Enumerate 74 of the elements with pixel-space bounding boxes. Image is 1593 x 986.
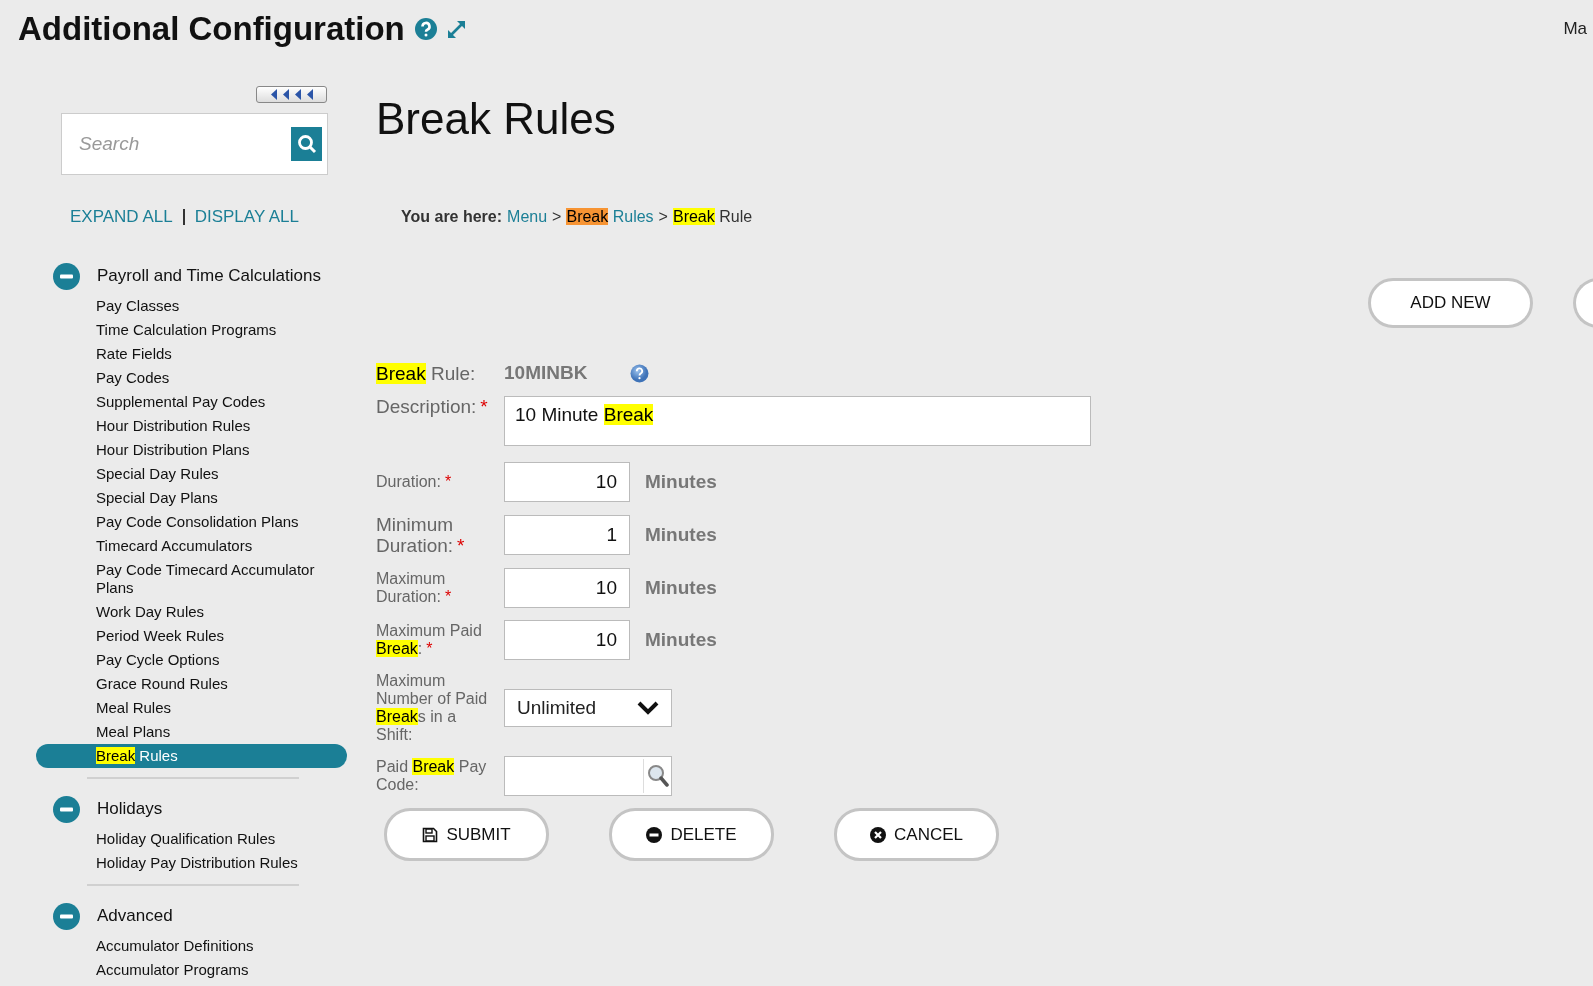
field-label: Maximum Duration: * — [376, 570, 453, 606]
search-icon — [296, 134, 317, 154]
sidebar-item[interactable]: Pay Code Consolidation Plans — [96, 510, 336, 534]
field-label: Maximum Paid Break: * — [376, 622, 483, 658]
sidebar-item[interactable]: Hour Distribution Rules — [96, 414, 336, 438]
sidebar-item[interactable]: Pay Cycle Options — [96, 648, 336, 672]
sidebar-item[interactable]: Holiday Pay Distribution Rules — [96, 851, 336, 875]
sidebar-item[interactable]: Supplemental Pay Codes — [96, 390, 336, 414]
unit-label: Minutes — [645, 524, 717, 546]
dropdown[interactable]: Unlimited — [504, 689, 672, 727]
page-title: Additional Configuration — [18, 10, 405, 48]
number-field[interactable]: 10 — [504, 568, 630, 608]
sidebar-item[interactable]: Time Calculation Programs — [96, 318, 336, 342]
pay-code-field[interactable] — [504, 756, 672, 796]
sidebar-item[interactable]: Meal Rules — [96, 696, 336, 720]
description-field[interactable]: 10 Minute Break — [504, 396, 1091, 446]
sidebar-link[interactable]: EXPAND ALL — [70, 207, 173, 227]
unit-label: Minutes — [645, 629, 717, 651]
group-title[interactable]: Payroll and Time Calculations — [97, 266, 321, 286]
user-name[interactable]: Ma — [1563, 19, 1587, 39]
chevron-down-icon — [637, 701, 659, 715]
sidebar-item[interactable]: Hour Distribution Plans — [96, 438, 336, 462]
number-field[interactable]: 1 — [504, 515, 630, 555]
search-field[interactable]: Search — [61, 113, 328, 175]
breadcrumb-current: Break Rule — [672, 208, 753, 226]
unit-label: Minutes — [645, 577, 717, 599]
sidebar-item[interactable]: Break Rules — [36, 744, 347, 768]
sidebar-item[interactable]: Pay Classes — [96, 294, 336, 318]
rule-code: 10MINBK — [504, 362, 589, 384]
breadcrumb-separator: > — [658, 208, 668, 226]
add-new-button[interactable]: ADD NEW — [1368, 278, 1533, 328]
search-button[interactable] — [291, 127, 322, 161]
section-title: Break Rules — [376, 94, 617, 144]
sidebar-item[interactable]: Pay Codes — [96, 366, 336, 390]
group-title[interactable]: Advanced — [97, 906, 173, 926]
breadcrumb-link[interactable]: Break Rules — [566, 208, 654, 226]
sidebar-item[interactable]: Accumulator Definitions — [96, 934, 336, 958]
unit-label: Minutes — [645, 471, 717, 493]
search-icon[interactable] — [646, 764, 669, 788]
sidebar-link[interactable]: DISPLAY ALL — [194, 207, 299, 227]
sidebar-item[interactable]: Meal Plans — [96, 720, 336, 744]
sidebar-item[interactable]: Special Day Plans — [96, 486, 336, 510]
group-title[interactable]: Holidays — [97, 799, 163, 819]
minus-icon — [646, 826, 663, 843]
collapse-icon[interactable] — [53, 795, 80, 823]
collapse-icon[interactable] — [53, 902, 80, 930]
sidebar-item[interactable]: Pay Code Timecard Accumulator Plans — [96, 558, 336, 600]
sidebar-item[interactable]: Grace Round Rules — [96, 672, 336, 696]
save-icon — [422, 826, 439, 843]
number-field[interactable]: 10 — [504, 620, 630, 660]
breadcrumb-label: You are here: — [401, 208, 503, 226]
action-button[interactable]: DELETE — [609, 808, 774, 861]
sidebar-item[interactable]: Timecard Accumulators — [96, 534, 336, 558]
close-icon — [870, 826, 886, 843]
collapse-icon[interactable] — [53, 262, 80, 290]
collapse-handle[interactable] — [256, 86, 327, 103]
field-label: Duration: * — [376, 473, 453, 491]
sidebar-item[interactable]: Holiday Qualification Rules — [96, 827, 336, 851]
action-button[interactable]: SUBMIT — [384, 808, 549, 861]
field-label: Description: * — [376, 396, 489, 417]
sidebar-item[interactable]: Special Day Rules — [96, 462, 336, 486]
sidebar-item[interactable]: Work Day Rules — [96, 600, 336, 624]
sidebar-item[interactable]: Period Week Rules — [96, 624, 336, 648]
sidebar-item[interactable]: Accumulator Programs — [96, 958, 336, 982]
help-icon[interactable] — [630, 363, 649, 383]
field-label: Paid Break Pay Code: — [376, 758, 488, 794]
field-label: Break Rule: — [376, 362, 477, 384]
help-icon[interactable] — [414, 18, 437, 40]
field-label: Minimum Duration: * — [376, 514, 466, 556]
number-field[interactable]: 10 — [504, 462, 630, 502]
sidebar-item[interactable]: Rate Fields — [96, 342, 336, 366]
action-button[interactable]: CANCEL — [834, 808, 999, 861]
breadcrumb-link[interactable]: Menu — [507, 208, 548, 226]
breadcrumb-separator: > — [552, 208, 562, 226]
